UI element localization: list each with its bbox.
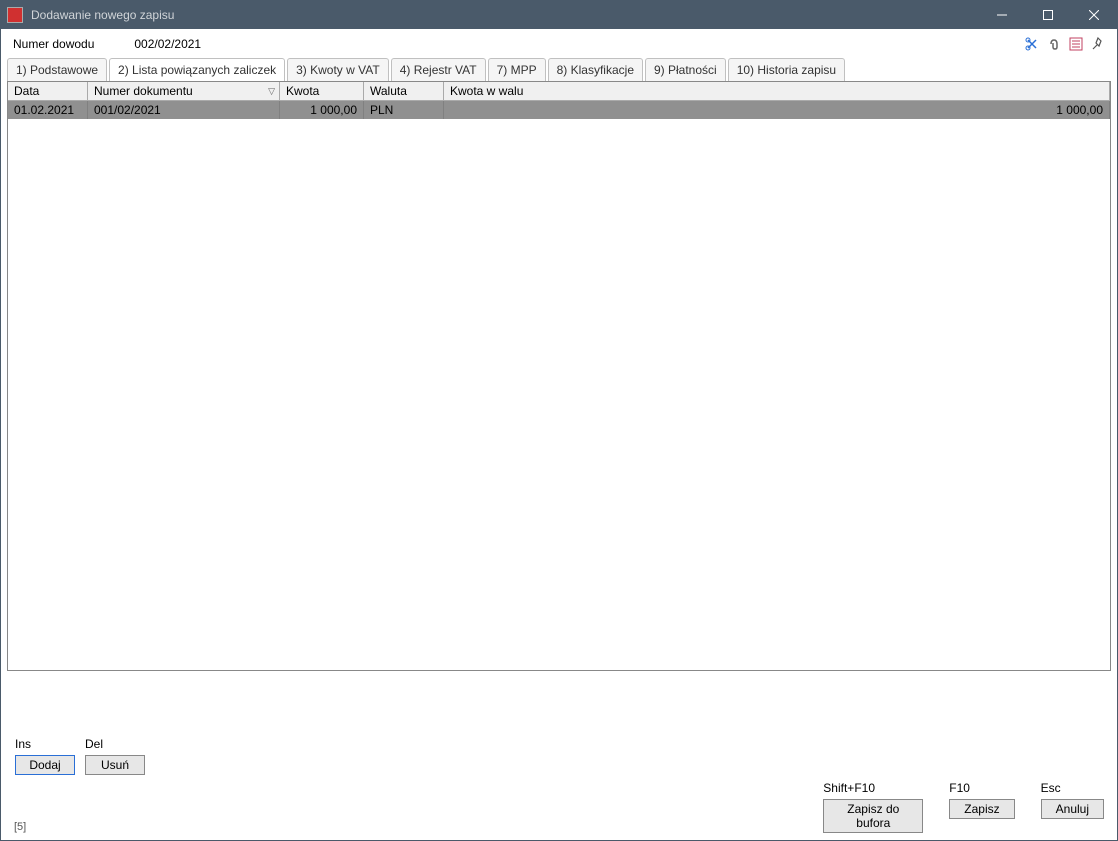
maximize-button[interactable] xyxy=(1025,1,1071,29)
ins-label: Ins xyxy=(15,737,75,751)
del-label: Del xyxy=(85,737,145,751)
tab-lista-zaliczek[interactable]: 2) Lista powiązanych zaliczek xyxy=(109,58,285,81)
col-header-numer[interactable]: Numer dokumentu▽ xyxy=(88,82,280,101)
cancel-button[interactable]: Anuluj xyxy=(1041,799,1104,819)
filter-icon[interactable]: ▽ xyxy=(268,86,275,97)
esc-label: Esc xyxy=(1041,781,1061,795)
titlebar: Dodawanie nowego zapisu xyxy=(1,1,1117,29)
table-row[interactable]: 01.02.2021 001/02/2021 1 000,00 PLN 1 00… xyxy=(8,101,1110,119)
header-row: Numer dowodu 002/02/2021 xyxy=(1,29,1117,57)
shift-f10-label: Shift+F10 xyxy=(823,781,875,795)
cell-waluta: PLN xyxy=(364,101,444,119)
row-actions: Ins Dodaj Del Usuń xyxy=(1,671,1117,775)
tab-klasyfikacje[interactable]: 8) Klasyfikacje xyxy=(548,58,643,81)
add-button[interactable]: Dodaj xyxy=(15,755,75,775)
cell-kwota: 1 000,00 xyxy=(280,101,364,119)
tab-podstawowe[interactable]: 1) Podstawowe xyxy=(7,58,107,81)
save-button[interactable]: Zapisz xyxy=(949,799,1014,819)
tab-platnosci[interactable]: 9) Płatności xyxy=(645,58,726,81)
delete-button[interactable]: Usuń xyxy=(85,755,145,775)
cell-kwota-waluta: 1 000,00 xyxy=(444,101,1110,119)
save-buffer-button[interactable]: Zapisz do bufora xyxy=(823,799,923,833)
col-header-kwota-waluta[interactable]: Kwota w walu xyxy=(444,82,1110,101)
window-title: Dodawanie nowego zapisu xyxy=(31,8,979,22)
close-button[interactable] xyxy=(1071,1,1117,29)
cell-numer: 001/02/2021 xyxy=(88,101,280,119)
tabs: 1) Podstawowe 2) Lista powiązanych zalic… xyxy=(1,57,1117,81)
tab-mpp[interactable]: 7) MPP xyxy=(488,58,546,81)
attachment-icon[interactable] xyxy=(1045,35,1063,53)
grid-header: Data Numer dokumentu▽ Kwota Waluta Kwota… xyxy=(8,82,1110,101)
footnote: [5] xyxy=(14,821,26,833)
data-grid[interactable]: Data Numer dokumentu▽ Kwota Waluta Kwota… xyxy=(7,81,1111,671)
header-label: Numer dowodu xyxy=(13,37,94,51)
tab-historia[interactable]: 10) Historia zapisu xyxy=(728,58,845,81)
col-header-waluta[interactable]: Waluta xyxy=(364,82,444,101)
footer: [5] Shift+F10 Zapisz do bufora F10 Zapis… xyxy=(0,781,1118,833)
col-header-kwota[interactable]: Kwota xyxy=(280,82,364,101)
col-header-data[interactable]: Data xyxy=(8,82,88,101)
tab-kwoty-vat[interactable]: 3) Kwoty w VAT xyxy=(287,58,389,81)
header-value: 002/02/2021 xyxy=(134,37,1023,51)
minimize-button[interactable] xyxy=(979,1,1025,29)
f10-label: F10 xyxy=(949,781,970,795)
app-icon xyxy=(7,7,23,23)
pin-icon[interactable] xyxy=(1089,35,1107,53)
document-icon[interactable] xyxy=(1067,35,1085,53)
cell-data: 01.02.2021 xyxy=(8,101,88,119)
cut-icon[interactable] xyxy=(1023,35,1041,53)
tab-rejestr-vat[interactable]: 4) Rejestr VAT xyxy=(391,58,486,81)
